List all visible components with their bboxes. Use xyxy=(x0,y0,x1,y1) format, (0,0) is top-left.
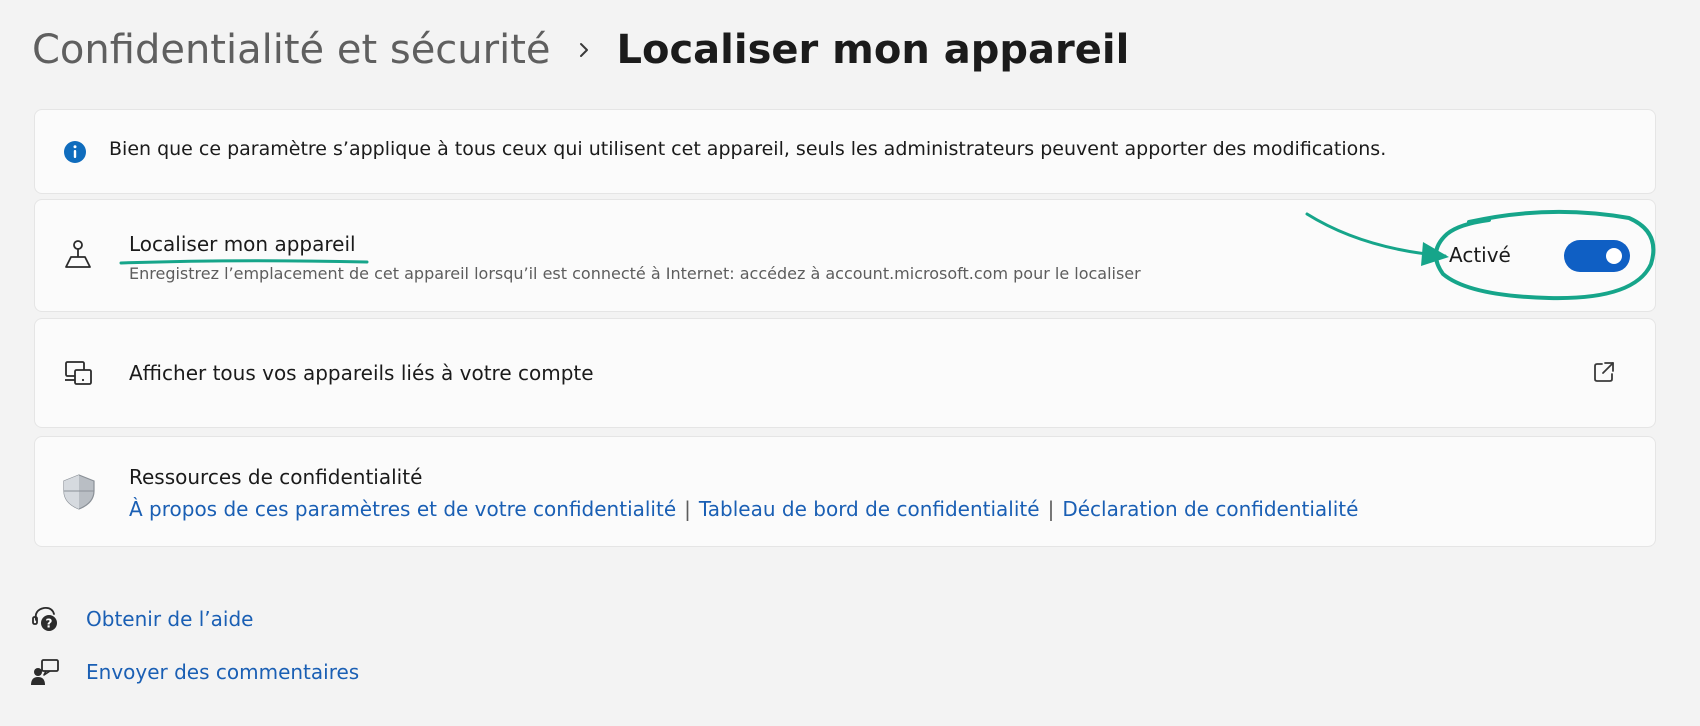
help-icon: ? xyxy=(30,604,60,634)
chevron-right-icon xyxy=(577,41,591,59)
open-external-icon xyxy=(1593,361,1615,383)
person-location-icon xyxy=(61,238,95,272)
svg-text:?: ? xyxy=(46,617,53,631)
info-icon xyxy=(63,140,87,164)
privacy-resources-title: Ressources de confidentialité xyxy=(129,465,423,489)
link-separator: | xyxy=(1047,497,1055,521)
shield-icon xyxy=(61,473,95,510)
privacy-dashboard-link[interactable]: Tableau de bord de confidentialité xyxy=(699,497,1040,521)
privacy-settings-link[interactable]: À propos de ces paramètres et de votre c… xyxy=(129,497,676,521)
feedback-icon xyxy=(30,657,60,687)
view-devices-label: Afficher tous vos appareils liés à votre… xyxy=(129,361,594,385)
view-devices-link[interactable]: Afficher tous vos appareils liés à votre… xyxy=(34,318,1656,428)
breadcrumb: Confidentialité et sécurité Localiser mo… xyxy=(32,18,1129,82)
get-help-link[interactable]: Obtenir de l’aide xyxy=(86,607,253,631)
toggle-state-label: Activé xyxy=(1449,243,1511,267)
privacy-resources: Ressources de confidentialité À propos d… xyxy=(34,436,1656,547)
locate-device-toggle[interactable] xyxy=(1564,240,1630,272)
send-feedback-item: Envoyer des commentaires xyxy=(30,654,359,690)
locate-device-setting: Localiser mon appareil Enregistrez l’emp… xyxy=(34,199,1656,312)
info-banner-text: Bien que ce paramètre s’applique à tous … xyxy=(109,138,1387,160)
get-help-item: ? Obtenir de l’aide xyxy=(30,601,253,637)
page-title: Localiser mon appareil xyxy=(616,27,1130,73)
toggle-knob xyxy=(1606,248,1622,264)
link-separator: | xyxy=(684,497,691,521)
info-banner: Bien que ce paramètre s’applique à tous … xyxy=(34,109,1656,194)
privacy-statement-link[interactable]: Déclaration de confidentialité xyxy=(1062,497,1358,521)
breadcrumb-parent-link[interactable]: Confidentialité et sécurité xyxy=(32,27,551,73)
send-feedback-link[interactable]: Envoyer des commentaires xyxy=(86,660,359,684)
locate-device-description: Enregistrez l’emplacement de cet apparei… xyxy=(129,264,1141,283)
devices-icon xyxy=(61,357,95,391)
privacy-links: À propos de ces paramètres et de votre c… xyxy=(129,497,1358,521)
